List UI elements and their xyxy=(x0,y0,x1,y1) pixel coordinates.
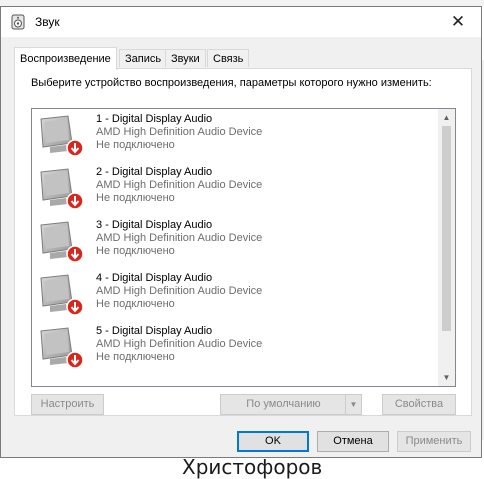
playback-panel: Выберите устройство воспроизведения, пар… xyxy=(14,68,472,416)
chevron-down-icon[interactable]: ▼ xyxy=(345,395,361,414)
close-icon: ✕ xyxy=(450,12,466,31)
device-name: 5 - Digital Display Audio xyxy=(96,325,213,337)
apply-button[interactable]: Применить xyxy=(397,431,471,452)
scroll-down-icon[interactable]: ▼ xyxy=(438,369,455,386)
device-list[interactable]: 1 - Digital Display Audio AMD High Defin… xyxy=(31,108,456,387)
device-name: 4 - Digital Display Audio xyxy=(96,272,213,284)
background-heading: Христофоров xyxy=(182,455,323,479)
device-description: AMD High Definition Audio Device xyxy=(96,126,263,138)
device-name: 3 - Digital Display Audio xyxy=(96,219,213,231)
cancel-button[interactable]: Отмена xyxy=(317,431,389,452)
device-name: 1 - Digital Display Audio xyxy=(96,113,213,125)
monitor-speaker-icon xyxy=(38,325,86,371)
device-name: 2 - Digital Display Audio xyxy=(96,166,213,178)
device-status: Не подключено xyxy=(96,192,175,204)
monitor-speaker-icon xyxy=(38,219,86,265)
device-item[interactable]: 1 - Digital Display Audio AMD High Defin… xyxy=(32,109,438,162)
configure-button[interactable]: Настроить xyxy=(31,394,104,415)
ok-button[interactable]: OK xyxy=(237,431,309,452)
properties-button[interactable]: Свойства xyxy=(382,394,456,415)
speaker-icon xyxy=(10,14,26,30)
tab-recording[interactable]: Запись xyxy=(119,49,168,67)
scroll-thumb[interactable] xyxy=(442,126,451,331)
device-item[interactable]: 2 - Digital Display Audio AMD High Defin… xyxy=(32,162,438,215)
device-status: Не подключено xyxy=(96,245,175,257)
monitor-speaker-icon xyxy=(38,113,86,159)
instruction-text: Выберите устройство воспроизведения, пар… xyxy=(31,77,432,89)
set-default-button[interactable]: По умолчанию ▼ xyxy=(220,394,362,415)
device-item[interactable]: 4 - Digital Display Audio AMD High Defin… xyxy=(32,268,438,321)
window-title: Звук xyxy=(35,15,60,29)
set-default-label: По умолчанию xyxy=(246,398,321,410)
device-description: AMD High Definition Audio Device xyxy=(96,285,263,297)
sound-dialog: Звук ✕ Воспроизведение Запись Звуки Связ… xyxy=(0,6,482,458)
device-status: Не подключено xyxy=(96,298,175,310)
device-description: AMD High Definition Audio Device xyxy=(96,179,263,191)
monitor-speaker-icon xyxy=(38,272,86,318)
tab-communications[interactable]: Связь xyxy=(207,49,250,67)
device-status: Не подключено xyxy=(96,139,175,151)
tab-sounds[interactable]: Звуки xyxy=(165,49,206,67)
device-description: AMD High Definition Audio Device xyxy=(96,232,263,244)
device-item[interactable]: 3 - Digital Display Audio AMD High Defin… xyxy=(32,215,438,268)
device-item[interactable]: 5 - Digital Display Audio AMD High Defin… xyxy=(32,321,438,374)
device-list-scrollbar[interactable]: ▲ ▼ xyxy=(438,109,455,386)
title-bar[interactable]: Звук ✕ xyxy=(1,7,481,37)
monitor-speaker-icon xyxy=(38,166,86,212)
device-status: Не подключено xyxy=(96,351,175,363)
device-description: AMD High Definition Audio Device xyxy=(96,338,263,350)
close-button[interactable]: ✕ xyxy=(435,7,481,37)
tab-playback[interactable]: Воспроизведение xyxy=(14,47,117,70)
scroll-up-icon[interactable]: ▲ xyxy=(438,109,455,126)
